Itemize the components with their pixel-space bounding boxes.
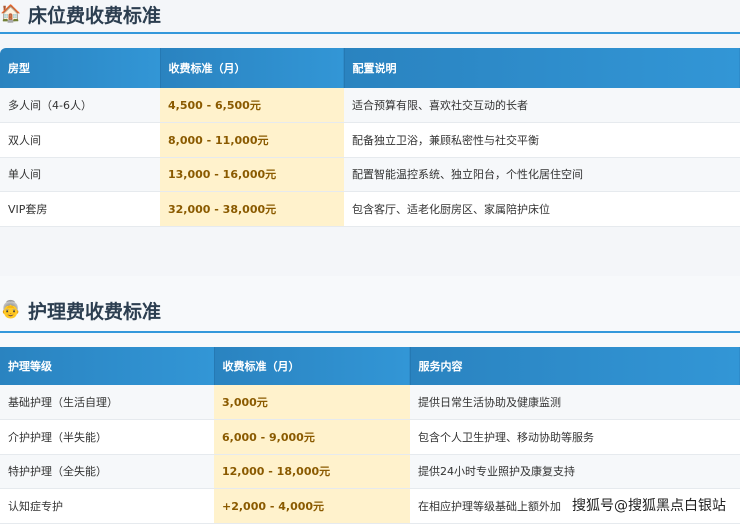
care-level: 认知症专护 [0, 488, 214, 524]
elderly-face-icon: 👵 [0, 300, 22, 320]
house-icon: 🏠 [0, 4, 22, 24]
divider [0, 331, 740, 333]
services: 提供24小时专业照护及康复支持 [410, 454, 740, 489]
header-services: 服务内容 [410, 347, 740, 385]
bed-fee-title: 🏠 床位费收费标准 [0, 4, 162, 27]
fee: 12,000 - 18,000元 [214, 454, 410, 489]
description: 配置智能温控系统、独立阳台，个性化居住空间 [344, 157, 740, 192]
fee: 32,000 - 38,000元 [160, 191, 344, 227]
fee: 13,000 - 16,000元 [160, 157, 344, 192]
header-fee: 收费标准（月） [160, 48, 345, 88]
bed-fee-table: 房型 收费标准（月） 配置说明 多人间（4-6人） 4,500 - 6,500元适… [0, 48, 740, 227]
room-type: 单人间 [0, 157, 160, 192]
bed-fee-section: 🏠 床位费收费标准 房型 收费标准（月） 配置说明 多人间（4-6人） 4,500 … [0, 0, 740, 258]
header-config: 配置说明 [344, 48, 740, 88]
header-room-type: 房型 [0, 48, 161, 88]
description: 配备独立卫浴，兼顾私密性与社交平衡 [344, 122, 740, 158]
divider [0, 32, 740, 34]
table-row: 介护护理（半失能） 6,000 - 9,000元 包含个人卫生护理、移动协助等服务 [0, 419, 740, 455]
fee: 4,500 - 6,500元 [160, 88, 344, 123]
fee: 6,000 - 9,000元 [214, 419, 410, 455]
table-row: 基础护理（生活自理） 3,000元 提供日常生活协助及健康监测 [0, 385, 740, 420]
table-row: VIP套房 32,000 - 38,000元 包含客厅、适老化厨房区、家属陪护床位 [0, 191, 740, 227]
table-row: 单人间 13,000 - 16,000元 配置智能温控系统、独立阳台，个性化居住空间 [0, 157, 740, 192]
room-type: 双人间 [0, 122, 160, 158]
fee: 3,000元 [214, 385, 410, 420]
table-row: 多人间（4-6人） 4,500 - 6,500元 适合预算有限、喜欢社交互动的长者 [0, 88, 740, 123]
description: 适合预算有限、喜欢社交互动的长者 [344, 88, 740, 123]
care-level: 介护护理（半失能） [0, 419, 214, 455]
fee: +2,000 - 4,000元 [214, 488, 410, 524]
services: 提供日常生活协助及健康监测 [410, 385, 740, 420]
room-type: VIP套房 [0, 191, 160, 227]
header-care-level: 护理等级 [0, 347, 215, 385]
care-fee-title: 👵 护理费收费标准 [0, 300, 162, 323]
table-row: 特护护理（全失能） 12,000 - 18,000元 提供24小时专业照护及康复支持 [0, 454, 740, 489]
table-row: 双人间 8,000 - 11,000元 配备独立卫浴，兼顾私密性与社交平衡 [0, 122, 740, 158]
services: 包含个人卫生护理、移动协助等服务 [410, 419, 740, 455]
room-type: 多人间（4-6人） [0, 88, 160, 123]
fee: 8,000 - 11,000元 [160, 122, 344, 158]
care-level: 特护护理（全失能） [0, 454, 214, 489]
watermark: 搜狐号@搜狐黑点白银站 [572, 498, 726, 514]
description: 包含客厅、适老化厨房区、家属陪护床位 [344, 191, 740, 227]
header-fee: 收费标准（月） [214, 347, 411, 385]
care-level: 基础护理（生活自理） [0, 385, 214, 420]
